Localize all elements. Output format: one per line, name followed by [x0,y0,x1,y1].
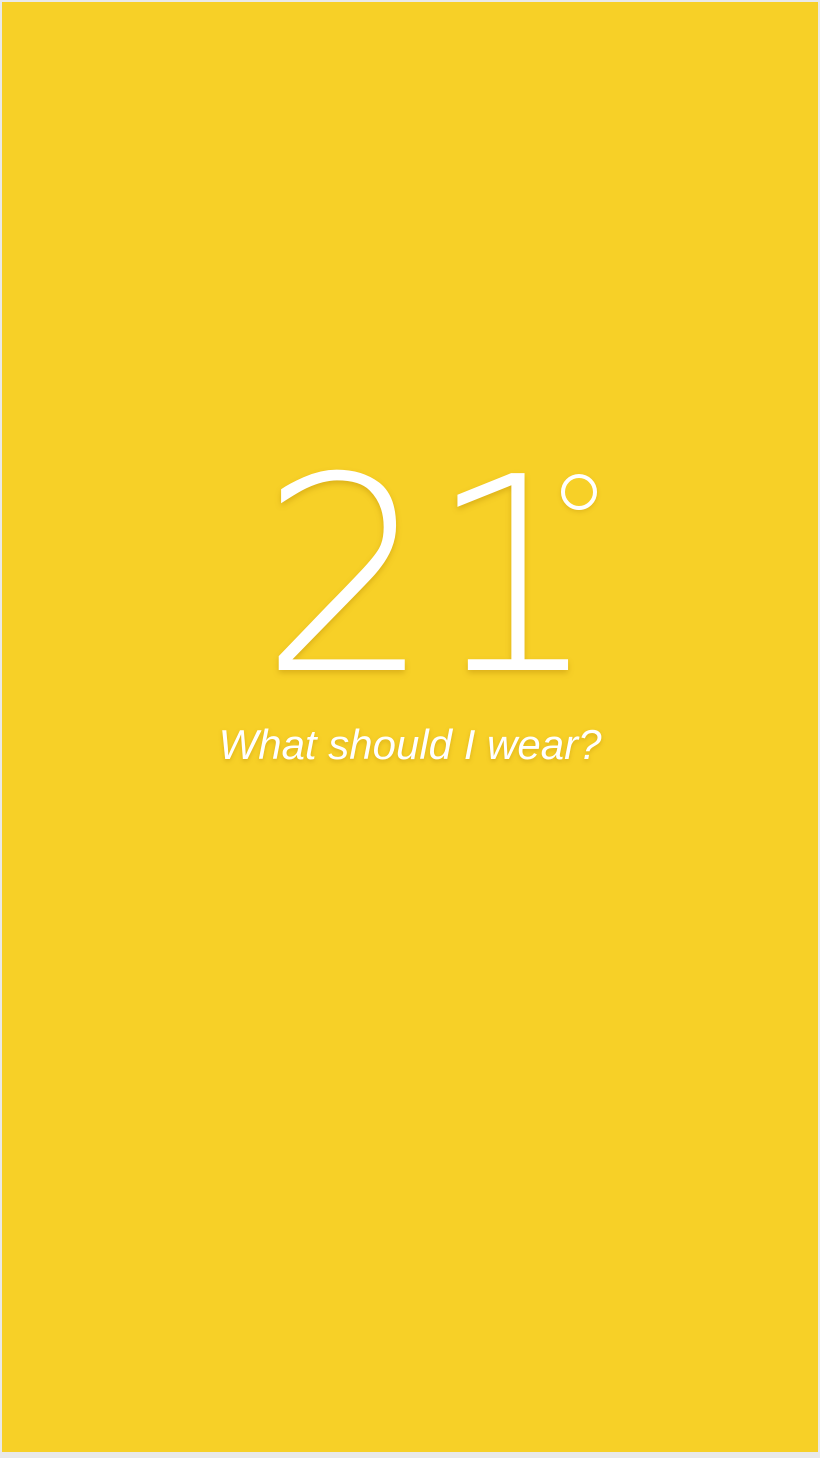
temperature-value: 21 [260,419,600,734]
app-screen: 21 What should I wear? [2,2,818,1452]
what-to-wear-button[interactable]: What should I wear? [2,718,818,772]
temperature-display: 21 [2,442,818,712]
degree-icon [561,474,597,510]
